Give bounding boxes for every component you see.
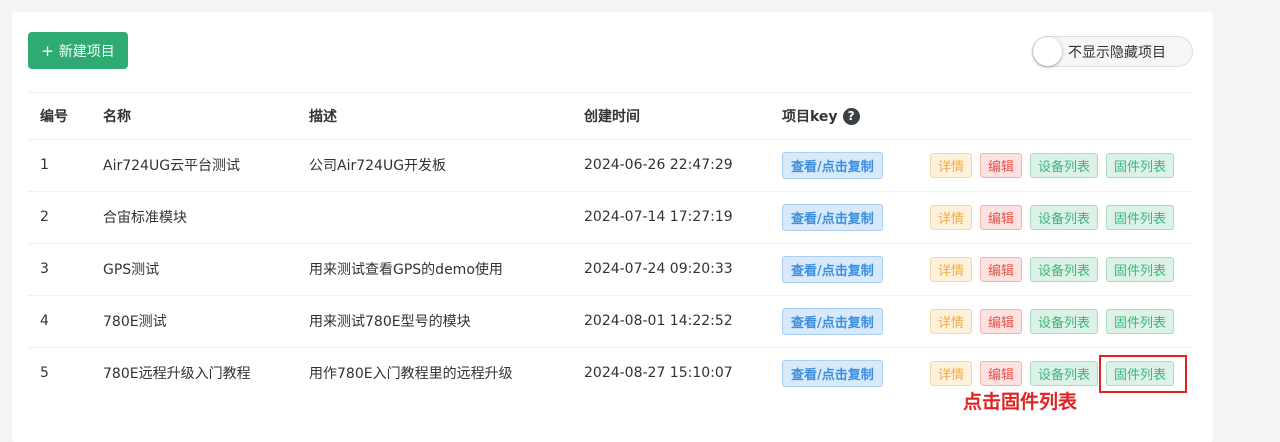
new-project-button[interactable]: + 新建项目 [28, 32, 128, 69]
device-list-button[interactable]: 设备列表 [1030, 204, 1099, 230]
device-list-button[interactable]: 设备列表 [1030, 256, 1099, 282]
row-no: 3 [40, 261, 49, 277]
firmware-list-button[interactable]: 固件列表 [1106, 204, 1175, 230]
row-key-cell: 查看/点击复制 [782, 295, 883, 347]
row-actions: 详情 编辑 设备列表 固件列表 [930, 191, 1175, 243]
device-list-button[interactable]: 设备列表 [1030, 308, 1099, 334]
header-desc: 描述 [309, 109, 337, 125]
view-copy-key-button[interactable]: 查看/点击复制 [782, 203, 883, 231]
view-copy-key-button[interactable]: 查看/点击复制 [782, 307, 883, 335]
new-project-label: 新建项目 [58, 43, 115, 60]
detail-button[interactable]: 详情 [930, 360, 973, 386]
row-key-cell: 查看/点击复制 [782, 191, 883, 243]
row-created: 2024-07-14 17:27:19 [584, 209, 733, 225]
view-copy-key-button[interactable]: 查看/点击复制 [782, 151, 883, 179]
firmware-list-button[interactable]: 固件列表 [1106, 152, 1175, 178]
table-row: 2 合宙标准模块 2024-07-14 17:27:19 查看/点击复制 详情 … [28, 191, 1193, 244]
row-desc: 用来测试查看GPS的demo使用 [309, 262, 503, 278]
hide-projects-toggle[interactable]: 不显示隐藏项目 [1032, 36, 1193, 67]
edit-button[interactable]: 编辑 [980, 360, 1023, 386]
row-actions: 详情 编辑 设备列表 固件列表 [930, 295, 1175, 347]
row-created: 2024-06-26 22:47:29 [584, 157, 733, 173]
row-key-cell: 查看/点击复制 [782, 139, 883, 191]
table-row: 4 780E测试 用来测试780E型号的模块 2024-08-01 14:22:… [28, 295, 1193, 348]
edit-button[interactable]: 编辑 [980, 308, 1023, 334]
row-actions: 详情 编辑 设备列表 固件列表 [930, 243, 1175, 295]
detail-button[interactable]: 详情 [930, 256, 973, 282]
detail-button[interactable]: 详情 [930, 308, 973, 334]
header-no: 编号 [40, 109, 68, 125]
toggle-label: 不显示隐藏项目 [1068, 44, 1166, 61]
row-created: 2024-08-27 15:10:07 [584, 365, 733, 381]
row-no: 2 [40, 209, 49, 225]
header-name: 名称 [103, 109, 131, 125]
highlight-box [1099, 355, 1187, 393]
row-name: 780E远程升级入门教程 [103, 366, 251, 382]
row-name: GPS测试 [103, 262, 160, 278]
table-row: 3 GPS测试 用来测试查看GPS的demo使用 2024-07-24 09:2… [28, 243, 1193, 296]
row-name: 合宙标准模块 [103, 210, 187, 226]
edit-button[interactable]: 编辑 [980, 204, 1023, 230]
row-no: 5 [40, 365, 49, 381]
view-copy-key-button[interactable]: 查看/点击复制 [782, 255, 883, 283]
plus-icon: + [41, 41, 54, 60]
row-no: 4 [40, 313, 49, 329]
row-no: 1 [40, 157, 49, 173]
row-actions: 详情 编辑 设备列表 固件列表 [930, 139, 1175, 191]
header-key: 项目key [782, 109, 838, 125]
row-desc: 公司Air724UG开发板 [309, 158, 447, 174]
table-header: 编号 名称 描述 创建时间 项目key ? [28, 92, 1193, 140]
detail-button[interactable]: 详情 [930, 204, 973, 230]
table-row: 1 Air724UG云平台测试 公司Air724UG开发板 2024-06-26… [28, 139, 1193, 192]
edit-button[interactable]: 编辑 [980, 256, 1023, 282]
firmware-list-button[interactable]: 固件列表 [1106, 256, 1175, 282]
row-desc: 用来测试780E型号的模块 [309, 314, 471, 330]
header-created: 创建时间 [584, 109, 640, 125]
row-key-cell: 查看/点击复制 [782, 347, 883, 399]
device-list-button[interactable]: 设备列表 [1030, 360, 1099, 386]
row-created: 2024-08-01 14:22:52 [584, 313, 733, 329]
detail-button[interactable]: 详情 [930, 152, 973, 178]
header-key-cell: 项目key ? [782, 93, 860, 139]
toggle-knob[interactable] [1033, 37, 1062, 66]
row-desc: 用作780E入门教程里的远程升级 [309, 366, 513, 382]
firmware-list-button[interactable]: 固件列表 [1106, 308, 1175, 334]
row-key-cell: 查看/点击复制 [782, 243, 883, 295]
device-list-button[interactable]: 设备列表 [1030, 152, 1099, 178]
row-created: 2024-07-24 09:20:33 [584, 261, 733, 277]
help-icon[interactable]: ? [842, 107, 860, 125]
row-name: Air724UG云平台测试 [103, 158, 241, 174]
edit-button[interactable]: 编辑 [980, 152, 1023, 178]
row-name: 780E测试 [103, 314, 167, 330]
view-copy-key-button[interactable]: 查看/点击复制 [782, 359, 883, 387]
annotation-text: 点击固件列表 [963, 391, 1078, 413]
